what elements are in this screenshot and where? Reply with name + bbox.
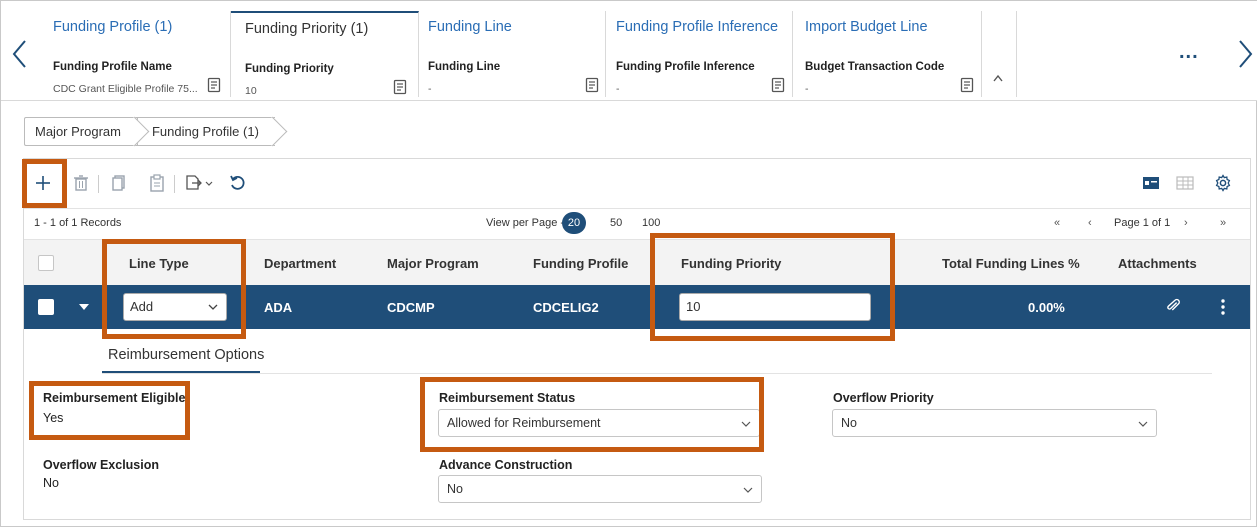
grid-toolbar xyxy=(24,159,1250,209)
tab-field-value: 10 xyxy=(245,85,257,97)
reimbursement-eligible-value: Yes xyxy=(43,411,64,425)
paperclip-icon[interactable] xyxy=(1166,298,1180,314)
card-view-icon[interactable] xyxy=(1142,173,1160,193)
overflow-exclusion-value: No xyxy=(43,476,59,490)
tab-funding-profile-inference[interactable]: Funding Profile Inference Funding Profil… xyxy=(606,11,793,97)
funding-priority-grid: 1 - 1 of 1 Records View per Page - 20 50… xyxy=(23,158,1251,520)
reimbursement-eligible-label: Reimbursement Eligible xyxy=(43,391,186,405)
document-icon[interactable] xyxy=(393,79,407,95)
collapse-chevron-up-icon[interactable] xyxy=(992,72,1004,82)
toolbar-separator xyxy=(98,175,99,193)
select-all-checkbox[interactable] xyxy=(38,255,54,271)
column-header-funding-profile[interactable]: Funding Profile xyxy=(533,256,628,271)
line-type-value: Add xyxy=(130,299,154,314)
breadcrumb-major-program[interactable]: Major Program xyxy=(24,117,137,146)
breadcrumb-funding-profile[interactable]: Funding Profile (1) xyxy=(136,117,275,146)
advance-construction-value: No xyxy=(447,482,463,496)
document-icon[interactable] xyxy=(771,77,785,93)
row-actions-kebab-icon[interactable] xyxy=(1220,297,1226,317)
export-icon[interactable] xyxy=(184,173,216,193)
document-icon[interactable] xyxy=(960,77,974,93)
toolbar-separator xyxy=(174,175,175,193)
scroll-left-icon[interactable] xyxy=(10,39,30,69)
scroll-right-icon[interactable] xyxy=(1235,39,1255,69)
page-size-option-100[interactable]: 100 xyxy=(642,217,660,229)
grid-view-icon[interactable] xyxy=(1176,173,1194,193)
paste-icon[interactable] xyxy=(148,173,166,193)
view-per-page-label: View per Page - xyxy=(486,217,565,229)
column-header-major-program[interactable]: Major Program xyxy=(387,256,479,271)
paging-bar: 1 - 1 of 1 Records View per Page - 20 50… xyxy=(24,209,1250,239)
chevron-down-icon xyxy=(1138,421,1148,427)
table-header: Line Type Department Major Program Fundi… xyxy=(24,239,1250,285)
delete-icon[interactable] xyxy=(72,173,90,193)
chevron-down-icon xyxy=(741,421,751,427)
breadcrumb: Major Program Funding Profile (1) xyxy=(24,117,275,146)
first-page-button[interactable]: « xyxy=(1054,217,1060,229)
tab-title[interactable]: Funding Priority (1) xyxy=(245,21,368,37)
page-indicator: Page 1 of 1 xyxy=(1114,217,1171,229)
app-window: Funding Profile (1) Funding Profile Name… xyxy=(0,0,1257,527)
tab-funding-line[interactable]: Funding Line Funding Line - xyxy=(419,11,606,97)
prev-page-button[interactable]: ‹ xyxy=(1088,217,1092,229)
tab-title[interactable]: Funding Profile Inference xyxy=(616,19,778,35)
row-checkbox[interactable] xyxy=(38,299,54,315)
tab-title[interactable]: Funding Line xyxy=(428,19,512,35)
table-row[interactable]: Add ADA CDCMP CDCELIG2 10 0.00% xyxy=(24,285,1250,329)
tab-divider xyxy=(1016,11,1017,97)
tab-field-label: Budget Transaction Code xyxy=(805,61,945,73)
overflow-exclusion-label: Overflow Exclusion xyxy=(43,458,160,472)
next-page-button[interactable]: › xyxy=(1184,217,1188,229)
document-icon[interactable] xyxy=(585,77,599,93)
page-size-option-20[interactable]: 20 xyxy=(562,212,586,234)
tab-title[interactable]: Import Budget Line xyxy=(805,19,928,35)
total-funding-lines-cell: 0.00% xyxy=(1028,300,1065,315)
tab-funding-priority[interactable]: Funding Priority (1) Funding Priority 10 xyxy=(231,11,419,97)
reimbursement-status-select[interactable]: Allowed for Reimbursement xyxy=(438,409,760,437)
refresh-icon[interactable] xyxy=(228,173,246,193)
tab-title[interactable]: Funding Profile (1) xyxy=(53,19,172,35)
tab-import-budget-line[interactable]: Import Budget Line Budget Transaction Co… xyxy=(793,11,982,97)
column-header-department[interactable]: Department xyxy=(264,256,336,271)
page-size-option-50[interactable]: 50 xyxy=(610,217,622,229)
column-header-attachments[interactable]: Attachments xyxy=(1118,256,1197,271)
copy-icon[interactable] xyxy=(110,173,128,193)
tab-funding-profile[interactable]: Funding Profile (1) Funding Profile Name… xyxy=(39,11,231,97)
line-type-select[interactable]: Add xyxy=(123,293,227,321)
column-header-total-funding-lines[interactable]: Total Funding Lines % xyxy=(942,256,1080,271)
reimbursement-status-label: Reimbursement Status xyxy=(439,391,576,405)
tab-field-value: - xyxy=(805,83,809,95)
more-tabs-button[interactable]: ... xyxy=(1179,41,1199,64)
tab-field-value: - xyxy=(428,83,432,95)
department-cell: ADA xyxy=(264,300,293,315)
overflow-priority-select[interactable]: No xyxy=(832,409,1157,437)
advance-construction-label: Advance Construction xyxy=(439,458,573,472)
chevron-down-icon xyxy=(743,487,753,493)
settings-gear-icon[interactable] xyxy=(1214,173,1232,193)
column-header-line-type[interactable]: Line Type xyxy=(129,256,189,271)
reimbursement-status-value: Allowed for Reimbursement xyxy=(447,416,601,430)
record-count: 1 - 1 of 1 Records xyxy=(34,217,122,229)
tab-field-value: CDC Grant Eligible Profile 75... xyxy=(53,83,198,95)
related-tabs-strip: Funding Profile (1) Funding Profile Name… xyxy=(1,1,1257,101)
column-header-funding-priority[interactable]: Funding Priority xyxy=(681,256,781,271)
chevron-down-icon xyxy=(208,304,218,310)
expand-row-caret-icon[interactable] xyxy=(79,304,89,310)
tab-field-label: Funding Priority xyxy=(245,63,334,75)
tab-field-label: Funding Profile Name xyxy=(53,61,172,73)
overflow-priority-value: No xyxy=(841,416,857,430)
tab-field-value: - xyxy=(616,83,620,95)
tab-reimbursement-options[interactable]: Reimbursement Options xyxy=(108,347,264,363)
document-icon[interactable] xyxy=(207,77,221,93)
last-page-button[interactable]: » xyxy=(1220,217,1226,229)
major-program-cell: CDCMP xyxy=(387,300,435,315)
tab-field-label: Funding Line xyxy=(428,61,501,73)
funding-profile-cell: CDCELIG2 xyxy=(533,300,599,315)
overflow-priority-label: Overflow Priority xyxy=(833,391,934,405)
tab-field-label: Funding Profile Inference xyxy=(616,61,755,73)
funding-priority-input[interactable]: 10 xyxy=(679,293,871,321)
advance-construction-select[interactable]: No xyxy=(438,475,762,503)
add-icon[interactable] xyxy=(34,173,52,193)
tab-divider-line xyxy=(102,373,1212,374)
